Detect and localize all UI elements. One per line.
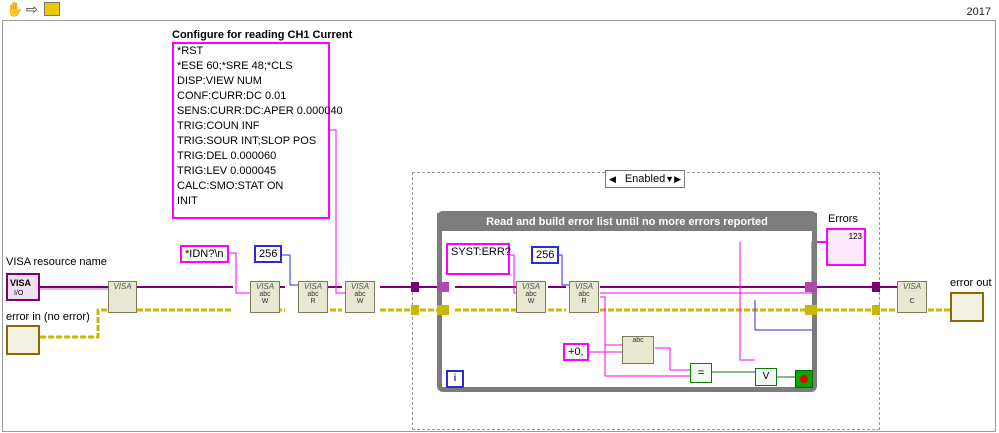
command-line: CONF:CURR:DC 0.01 — [177, 90, 287, 102]
shift-register-left[interactable] — [437, 305, 449, 315]
structure-tunnel — [411, 305, 419, 315]
command-line: CALC:SMO:STAT ON — [177, 180, 284, 192]
while-loop[interactable] — [437, 211, 817, 392]
stop-terminal-icon[interactable] — [795, 370, 813, 388]
visa-icon-sub: I/O — [14, 290, 24, 297]
shift-register-right[interactable] — [805, 305, 817, 315]
command-line: TRIG:DEL 0.000060 — [177, 150, 277, 162]
visa-close-node[interactable]: VISA C — [897, 281, 927, 313]
command-line: DISP:VIEW NUM — [177, 75, 262, 87]
command-line: *ESE 60;*SRE 48;*CLS — [177, 60, 293, 72]
iteration-terminal: i — [446, 370, 464, 388]
node-mode: R — [310, 298, 316, 305]
visa-write-node[interactable]: VISA abc W — [345, 281, 375, 313]
structure-tunnel — [872, 305, 880, 315]
prev-case-icon[interactable]: ◀ — [609, 171, 616, 187]
visa-resource-control[interactable]: VISA I/O — [6, 273, 40, 301]
visa-write-node[interactable]: VISA abc W — [250, 281, 280, 313]
node-sub: abc — [259, 291, 271, 298]
node-label: VISA — [902, 282, 922, 291]
command-line: TRIG:COUN INF — [177, 120, 260, 132]
count-constant[interactable]: 256 — [254, 245, 283, 263]
error-out-indicator[interactable] — [950, 292, 984, 322]
equal-node[interactable]: = — [690, 363, 712, 383]
node-mode: W — [261, 298, 269, 305]
next-case-icon[interactable]: ▼▶ — [665, 171, 681, 187]
command-line: *RST — [177, 45, 204, 57]
visa-open-node[interactable]: VISA — [108, 281, 137, 313]
node-sub: abc — [354, 291, 366, 298]
node-sub: abc — [307, 291, 319, 298]
command-line: SENS:CURR:DC:APER 0.000040 — [177, 105, 343, 117]
node-label: VISA — [303, 282, 323, 291]
error-out-label: error out — [950, 277, 992, 289]
command-string-constant[interactable]: *RST *ESE 60;*SRE 48;*CLS DISP:VIEW NUM … — [172, 42, 343, 219]
visa-read-node[interactable]: VISA abc R — [298, 281, 328, 313]
error-in-label: error in (no error) — [6, 311, 90, 323]
while-loop-title: Read and build error list until no more … — [437, 213, 817, 231]
case-selector[interactable]: ◀ Enabled ▼▶ — [605, 170, 685, 188]
shift-register-left[interactable] — [437, 282, 449, 292]
command-line: INIT — [177, 195, 198, 207]
node-mode: C — [909, 298, 915, 305]
idn-constant[interactable]: *IDN?\n — [180, 245, 229, 263]
errors-indicator[interactable]: 123 — [826, 228, 866, 266]
node-label: VISA — [350, 282, 370, 291]
error-in-control[interactable] — [6, 325, 40, 355]
node-label: VISA — [113, 282, 132, 291]
command-block-title: Configure for reading CH1 Current — [172, 29, 353, 41]
node-label: VISA — [255, 282, 275, 291]
or-node[interactable]: V — [755, 368, 777, 386]
selector-label: Enabled — [624, 173, 666, 185]
errors-array-text: 123 — [848, 232, 862, 241]
shift-register-right[interactable] — [805, 282, 817, 292]
structure-tunnel — [872, 282, 880, 292]
command-line: TRIG:LEV 0.000045 — [177, 165, 277, 177]
visa-resource-label: VISA resource name — [6, 256, 107, 268]
visa-icon-text: VISA — [10, 278, 32, 288]
node-mode: W — [356, 298, 364, 305]
command-line: TRIG:SOUR INT;SLOP POS — [177, 135, 317, 147]
structure-tunnel — [411, 282, 419, 292]
errors-label: Errors — [828, 213, 858, 225]
